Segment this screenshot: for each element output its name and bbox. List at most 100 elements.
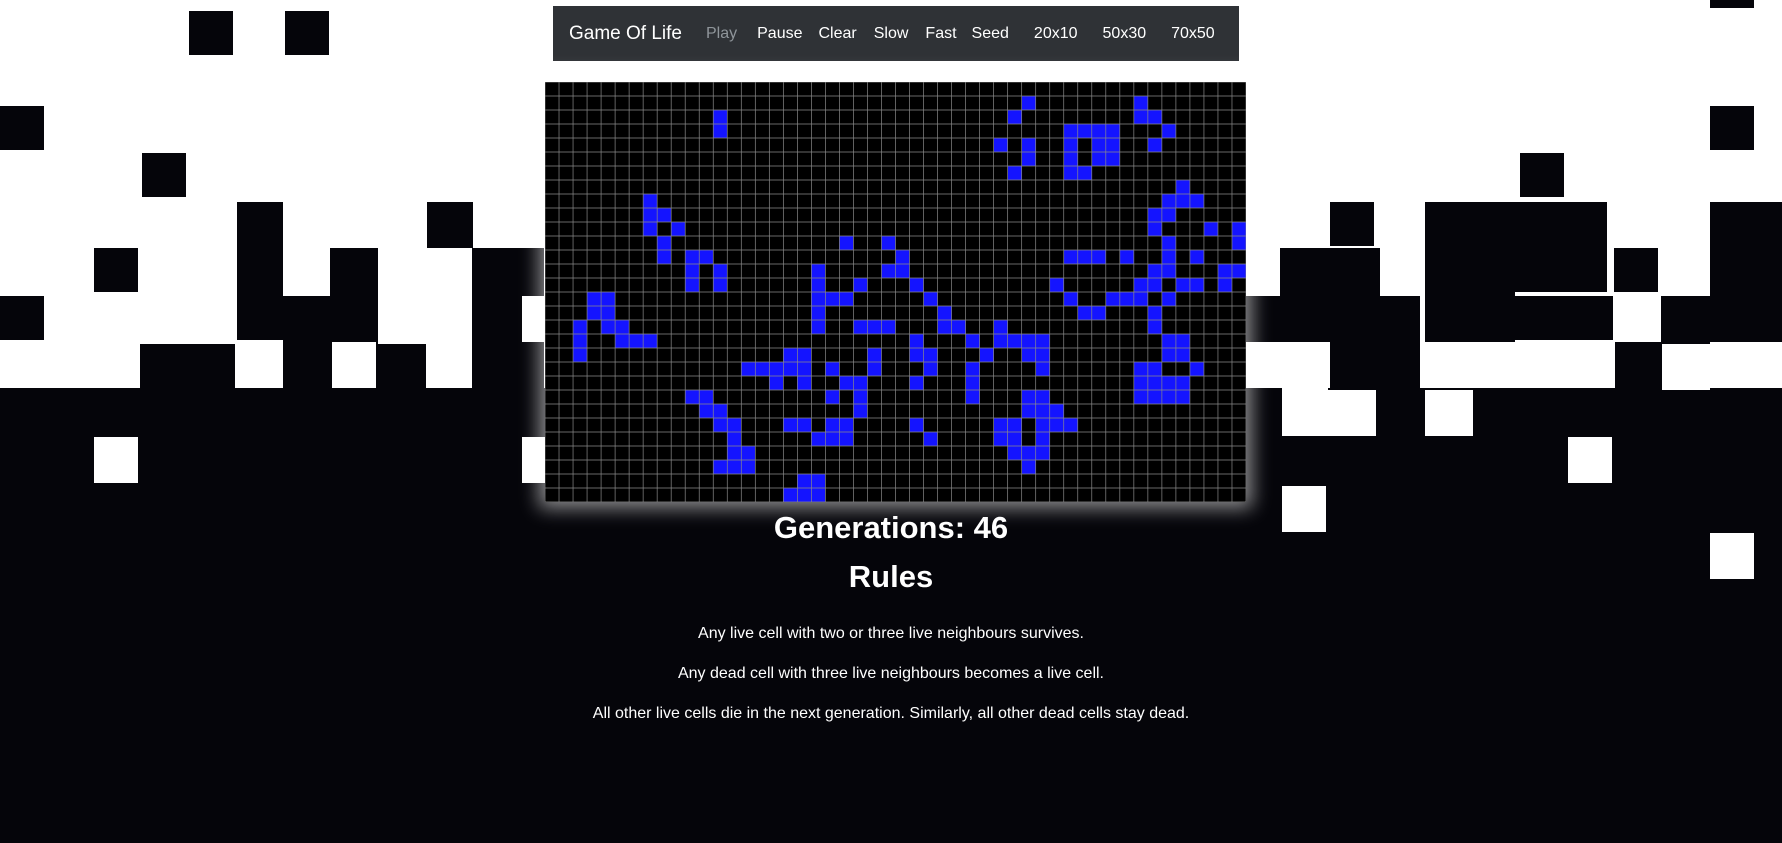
live-cell[interactable] <box>1091 124 1106 138</box>
live-cell[interactable] <box>601 306 616 320</box>
live-cell[interactable] <box>727 432 742 446</box>
live-cell[interactable] <box>1035 432 1050 446</box>
live-cell[interactable] <box>1161 390 1176 404</box>
live-cell[interactable] <box>1147 278 1162 292</box>
live-cell[interactable] <box>1035 390 1050 404</box>
live-cell[interactable] <box>1147 110 1162 124</box>
live-cell[interactable] <box>965 390 980 404</box>
live-cell[interactable] <box>587 306 602 320</box>
live-cell[interactable] <box>965 334 980 348</box>
live-cell[interactable] <box>1133 376 1148 390</box>
live-cell[interactable] <box>573 334 588 348</box>
live-cell[interactable] <box>1161 334 1176 348</box>
live-cell[interactable] <box>1147 208 1162 222</box>
live-cell[interactable] <box>1161 208 1176 222</box>
live-cell[interactable] <box>1077 250 1092 264</box>
live-cell[interactable] <box>1063 124 1078 138</box>
live-cell[interactable] <box>1203 222 1218 236</box>
live-cell[interactable] <box>839 432 854 446</box>
live-cell[interactable] <box>1077 306 1092 320</box>
live-cell[interactable] <box>965 362 980 376</box>
live-cell[interactable] <box>1007 432 1022 446</box>
live-cell[interactable] <box>797 474 812 488</box>
live-cell[interactable] <box>867 362 882 376</box>
live-cell[interactable] <box>755 362 770 376</box>
live-cell[interactable] <box>1063 292 1078 306</box>
live-cell[interactable] <box>1007 418 1022 432</box>
live-cell[interactable] <box>1007 446 1022 460</box>
live-cell[interactable] <box>741 460 756 474</box>
live-cell[interactable] <box>1175 334 1190 348</box>
live-cell[interactable] <box>1021 96 1036 110</box>
live-cell[interactable] <box>1147 138 1162 152</box>
live-cell[interactable] <box>1147 320 1162 334</box>
live-cell[interactable] <box>979 348 994 362</box>
live-cell[interactable] <box>951 320 966 334</box>
live-cell[interactable] <box>1021 152 1036 166</box>
live-cell[interactable] <box>769 362 784 376</box>
seed-button[interactable]: Seed <box>972 25 1009 43</box>
live-cell[interactable] <box>657 208 672 222</box>
live-cell[interactable] <box>1147 376 1162 390</box>
live-cell[interactable] <box>937 306 952 320</box>
live-cell[interactable] <box>1049 404 1064 418</box>
live-cell[interactable] <box>783 418 798 432</box>
live-cell[interactable] <box>965 376 980 390</box>
live-cell[interactable] <box>993 418 1008 432</box>
live-cell[interactable] <box>1021 446 1036 460</box>
live-cell[interactable] <box>727 460 742 474</box>
live-cell[interactable] <box>1007 334 1022 348</box>
live-cell[interactable] <box>1035 404 1050 418</box>
live-cell[interactable] <box>615 320 630 334</box>
live-cell[interactable] <box>909 418 924 432</box>
live-cell[interactable] <box>811 292 826 306</box>
live-cell[interactable] <box>839 292 854 306</box>
live-cell[interactable] <box>1119 250 1134 264</box>
live-cell[interactable] <box>1133 390 1148 404</box>
live-cell[interactable] <box>769 376 784 390</box>
live-cell[interactable] <box>1091 152 1106 166</box>
pause-button[interactable]: Pause <box>757 25 802 43</box>
live-cell[interactable] <box>713 278 728 292</box>
live-cell[interactable] <box>1147 222 1162 236</box>
live-cell[interactable] <box>1035 446 1050 460</box>
live-cell[interactable] <box>811 432 826 446</box>
live-cell[interactable] <box>1161 194 1176 208</box>
live-cell[interactable] <box>1189 250 1204 264</box>
live-cell[interactable] <box>923 432 938 446</box>
live-cell[interactable] <box>909 376 924 390</box>
live-cell[interactable] <box>811 320 826 334</box>
live-cell[interactable] <box>615 334 630 348</box>
live-cell[interactable] <box>1189 362 1204 376</box>
live-cell[interactable] <box>1035 348 1050 362</box>
size-70x50-button[interactable]: 70x50 <box>1171 25 1215 43</box>
live-cell[interactable] <box>1133 362 1148 376</box>
live-cell[interactable] <box>783 348 798 362</box>
live-cell[interactable] <box>713 418 728 432</box>
live-cell[interactable] <box>811 488 826 502</box>
live-cell[interactable] <box>1063 418 1078 432</box>
live-cell[interactable] <box>1217 278 1232 292</box>
live-cell[interactable] <box>811 264 826 278</box>
live-cell[interactable] <box>1161 376 1176 390</box>
live-cell[interactable] <box>1021 390 1036 404</box>
fast-button[interactable]: Fast <box>925 25 956 43</box>
live-cell[interactable] <box>1035 334 1050 348</box>
live-cell[interactable] <box>881 236 896 250</box>
live-cell[interactable] <box>1175 348 1190 362</box>
live-cell[interactable] <box>867 348 882 362</box>
live-cell[interactable] <box>1231 264 1246 278</box>
live-cell[interactable] <box>1077 124 1092 138</box>
live-cell[interactable] <box>1231 236 1246 250</box>
live-cell[interactable] <box>1161 250 1176 264</box>
live-cell[interactable] <box>1105 292 1120 306</box>
live-cell[interactable] <box>713 110 728 124</box>
size-50x30-button[interactable]: 50x30 <box>1103 25 1147 43</box>
live-cell[interactable] <box>853 278 868 292</box>
live-cell[interactable] <box>881 264 896 278</box>
live-cell[interactable] <box>853 390 868 404</box>
live-cell[interactable] <box>1189 194 1204 208</box>
live-cell[interactable] <box>1021 334 1036 348</box>
live-cell[interactable] <box>783 488 798 502</box>
live-cell[interactable] <box>1021 138 1036 152</box>
